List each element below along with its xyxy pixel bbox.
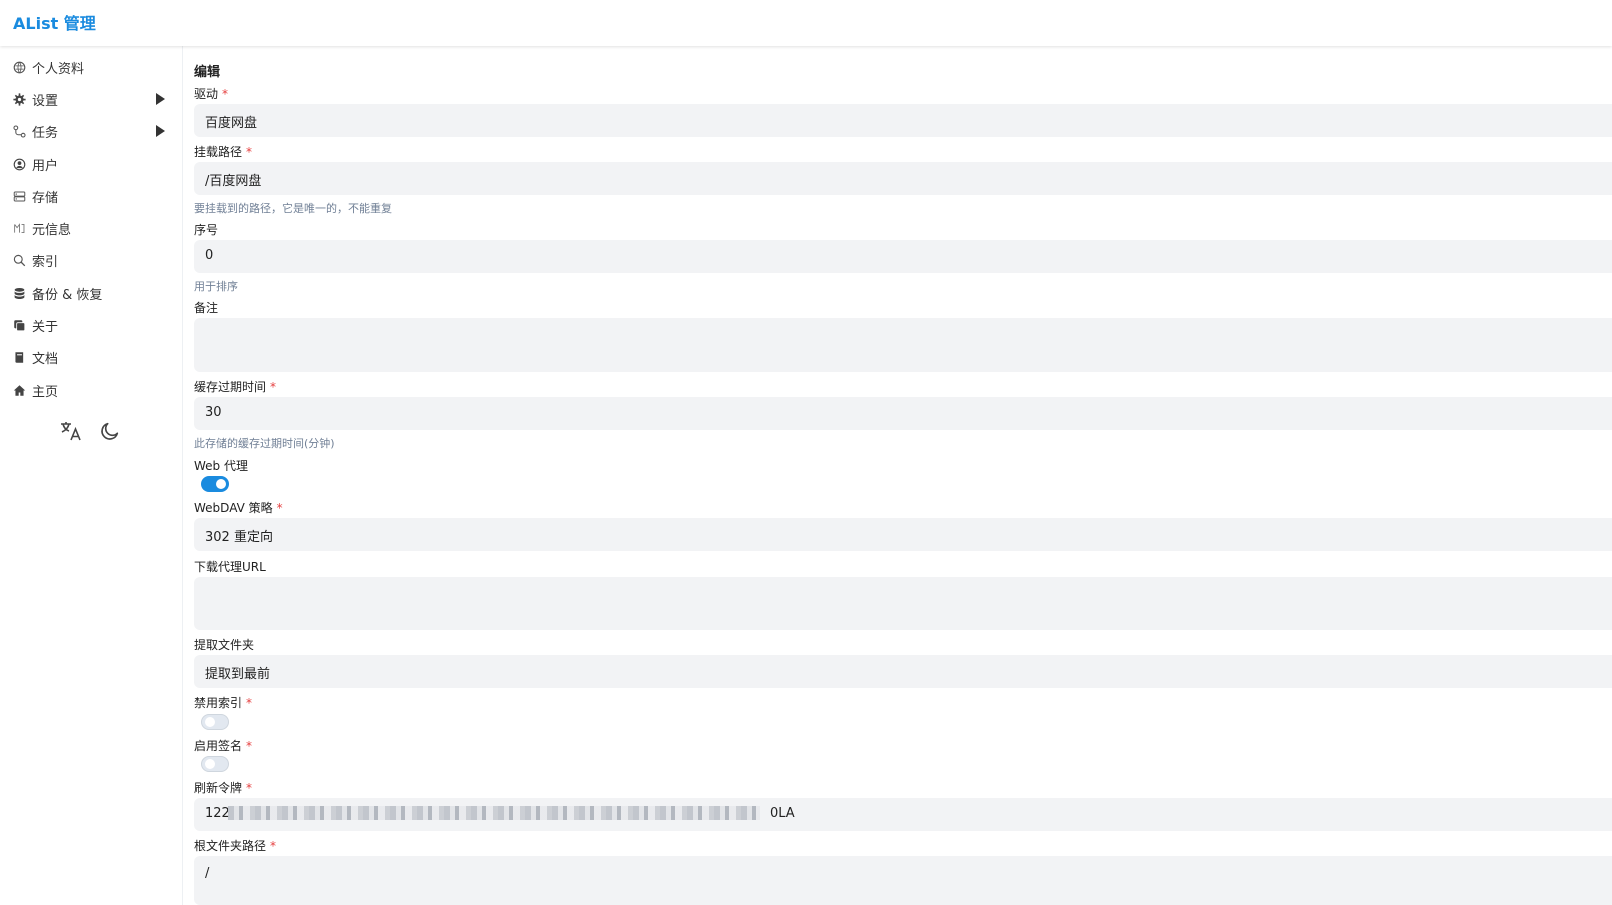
sidebar-item-users[interactable]: 用户 — [0, 149, 182, 179]
refresh-token-input[interactable]: 122 0LA — [194, 798, 1612, 831]
moon-icon[interactable] — [97, 418, 123, 444]
remark-label: 备注 — [194, 301, 219, 315]
sidebar-item-label: 索引 — [32, 255, 59, 270]
driver-select[interactable]: 百度网盘 — [194, 104, 1612, 137]
book-icon — [12, 350, 26, 364]
order-input[interactable]: 0 — [194, 240, 1612, 273]
disable-index-toggle[interactable] — [201, 714, 229, 730]
sidebar-item-home[interactable]: 主页 — [0, 375, 182, 405]
download-proxy-url-textarea[interactable] — [194, 577, 1612, 630]
form-title: 编辑 — [194, 65, 221, 80]
sidebar-item-tasks[interactable]: 任务 — [0, 116, 182, 146]
disable-index-label: 禁用索引 * — [194, 696, 253, 710]
sidebar-item-label: 备份 & 恢复 — [32, 288, 103, 303]
sidebar-item-label: 用户 — [32, 159, 59, 174]
chevron-right-icon[interactable] — [156, 93, 165, 105]
sidebar-item-label: 关于 — [32, 320, 59, 335]
gear-icon — [12, 92, 26, 106]
cache-expiration-label: 缓存过期时间 * — [194, 380, 277, 394]
extract-folder-label: 提取文件夹 — [194, 638, 255, 652]
redacted-token-mask — [228, 806, 760, 820]
storage-edit-form: 编辑 驱动 * 百度网盘 挂载路径 * /百度网盘 要挂载到的路径，它是唯一的，不能… — [194, 46, 1612, 905]
mount-path-label: 挂载路径 * — [194, 145, 253, 159]
enable-sign-label: 启用签名 * — [194, 739, 253, 753]
cache-expiration-input[interactable]: 30 — [194, 397, 1612, 430]
sidebar-item-label: 设置 — [32, 94, 59, 109]
toggle-knob — [205, 759, 215, 769]
sidebar-item-label: 个人资料 — [32, 62, 85, 77]
sidebar-item-label: 元信息 — [32, 223, 72, 238]
sidebar-item-docs[interactable]: 文档 — [0, 342, 182, 372]
refresh-token-label: 刷新令牌 * — [194, 781, 253, 795]
brand-title[interactable]: AList 管理 — [13, 10, 96, 34]
root-folder-path-input[interactable]: / — [194, 856, 1612, 905]
sidebar-item-profile[interactable]: 个人资料 — [0, 52, 182, 82]
translate-icon[interactable] — [58, 418, 84, 444]
sidebar-item-about[interactable]: 关于 — [0, 310, 182, 340]
top-header: AList 管理 — [0, 0, 1612, 46]
cache-expiration-help: 此存储的缓存过期时间(分钟) — [194, 437, 335, 450]
sidebar-item-index[interactable]: 索引 — [0, 245, 182, 275]
sidebar-item-backup-restore[interactable]: 备份 & 恢复 — [0, 278, 182, 308]
enable-sign-toggle[interactable] — [201, 756, 229, 772]
extract-folder-select[interactable]: 提取到最前 — [194, 655, 1612, 688]
webdav-policy-label: WebDAV 策略 * — [194, 501, 283, 515]
root-folder-path-label: 根文件夹路径 * — [194, 839, 277, 853]
sidebar: 个人资料 设置 任务 用户 存储 元信息 索引 备份 & 恢复 关于 文档 主页 — [0, 46, 183, 905]
meta-icon — [12, 221, 26, 235]
web-proxy-toggle[interactable] — [201, 476, 229, 492]
profile-icon — [12, 60, 26, 74]
search-icon — [12, 253, 26, 267]
remark-textarea[interactable] — [194, 318, 1612, 372]
webdav-policy-select[interactable]: 302 重定向 — [194, 518, 1612, 551]
sidebar-item-storage[interactable]: 存储 — [0, 181, 182, 211]
sidebar-item-meta[interactable]: 元信息 — [0, 213, 182, 243]
home-icon — [12, 383, 26, 397]
toggle-knob — [205, 717, 215, 727]
driver-label: 驱动 * — [194, 87, 229, 101]
sidebar-item-settings[interactable]: 设置 — [0, 84, 182, 114]
download-proxy-url-label: 下载代理URL — [194, 560, 266, 574]
storage-icon — [12, 189, 26, 203]
mount-path-input[interactable]: /百度网盘 — [194, 162, 1612, 195]
toggle-knob — [216, 479, 226, 489]
about-icon — [12, 318, 26, 332]
sidebar-item-label: 主页 — [32, 385, 59, 400]
database-icon — [12, 286, 26, 300]
sidebar-item-label: 任务 — [32, 126, 59, 141]
order-help: 用于排序 — [194, 280, 238, 293]
web-proxy-label: Web 代理 — [194, 459, 248, 473]
sidebar-item-label: 文档 — [32, 352, 59, 367]
order-label: 序号 — [194, 223, 219, 237]
mount-path-help: 要挂载到的路径，它是唯一的，不能重复 — [194, 202, 392, 215]
sidebar-item-label: 存储 — [32, 191, 59, 206]
user-icon — [12, 157, 26, 171]
chevron-right-icon[interactable] — [156, 125, 165, 137]
task-icon — [12, 124, 26, 138]
